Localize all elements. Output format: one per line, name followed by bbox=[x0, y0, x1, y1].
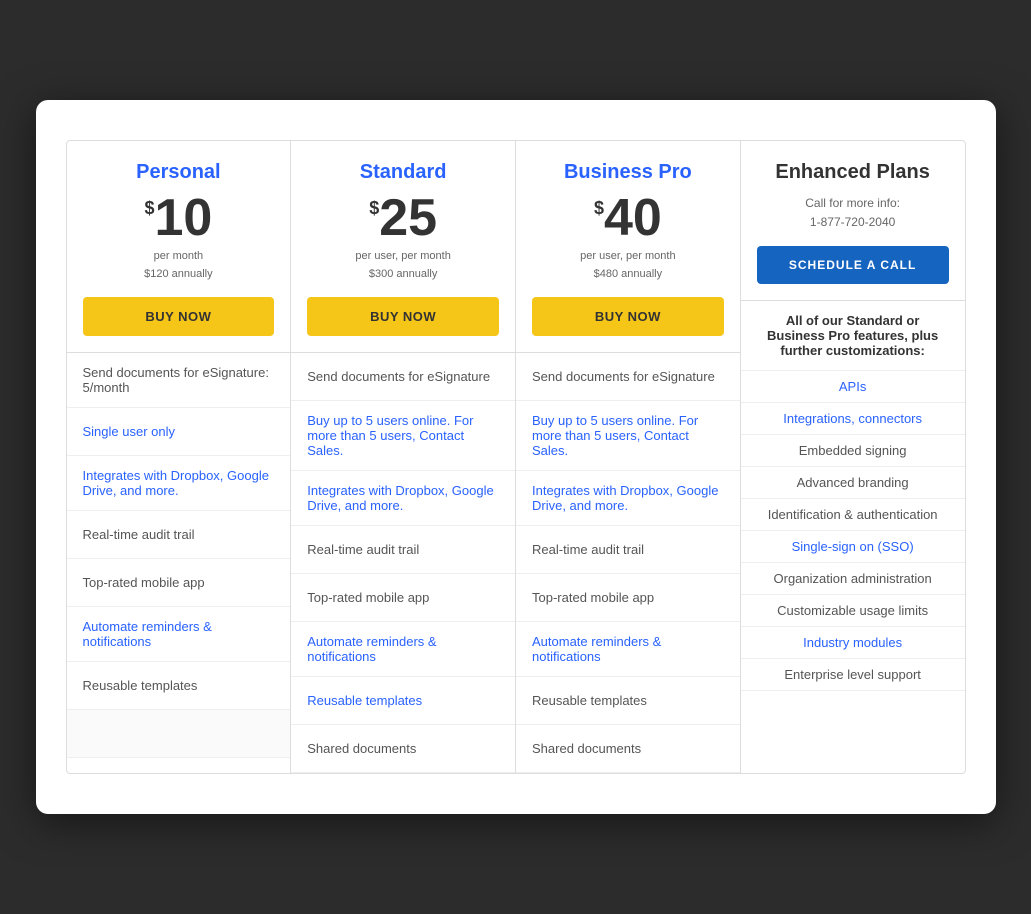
feature-row: Shared documents bbox=[516, 725, 740, 773]
feature-row: Send documents for eSignature: 5/month bbox=[67, 353, 291, 408]
feature-row: Real-time audit trail bbox=[516, 526, 740, 574]
plan-standard-buy-button[interactable]: BUY NOW bbox=[307, 297, 499, 336]
feature-row: Automate reminders & notifications bbox=[291, 622, 515, 677]
feature-row: Automate reminders & notifications bbox=[516, 622, 740, 677]
plan-personal-buy-button[interactable]: BUY NOW bbox=[83, 297, 275, 336]
enhanced-feature: Integrations, connectors bbox=[741, 403, 965, 435]
plan-enhanced-features: All of our Standard or Business Pro feat… bbox=[741, 301, 965, 773]
enhanced-feature: Industry modules bbox=[741, 627, 965, 659]
plan-standard: Standard $ 25 per user, per month $300 a… bbox=[291, 141, 516, 773]
plan-enhanced-name: Enhanced Plans bbox=[757, 161, 949, 184]
plan-standard-dollar: $ bbox=[369, 198, 379, 219]
plan-standard-features: Send documents for eSignature Buy up to … bbox=[291, 353, 515, 773]
plan-business-pro-amount: 40 bbox=[604, 192, 662, 244]
plan-business-pro-price: $ 40 bbox=[532, 192, 724, 244]
feature-row: Integrates with Dropbox, Google Drive, a… bbox=[291, 471, 515, 526]
plan-personal-name: Personal bbox=[83, 161, 275, 184]
plan-business-pro-dollar: $ bbox=[594, 198, 604, 219]
plan-enhanced-header: Enhanced Plans Call for more info: 1-877… bbox=[741, 141, 965, 301]
feature-row: Send documents for eSignature bbox=[291, 353, 515, 401]
feature-row: Top-rated mobile app bbox=[516, 574, 740, 622]
feature-row: Real-time audit trail bbox=[291, 526, 515, 574]
plan-business-pro-features: Send documents for eSignature Buy up to … bbox=[516, 353, 740, 773]
plan-personal-header: Personal $ 10 per month $120 annually BU… bbox=[67, 141, 291, 353]
feature-row: Top-rated mobile app bbox=[67, 559, 291, 607]
pricing-page: Personal $ 10 per month $120 annually BU… bbox=[36, 100, 996, 814]
enhanced-feature: Embedded signing bbox=[741, 435, 965, 467]
feature-row: Buy up to 5 users online. For more than … bbox=[516, 401, 740, 471]
plan-personal-subtext: per month $120 annually bbox=[83, 248, 275, 283]
plan-enhanced: Enhanced Plans Call for more info: 1-877… bbox=[741, 141, 965, 773]
plan-personal: Personal $ 10 per month $120 annually BU… bbox=[67, 141, 292, 773]
plan-enhanced-schedule-button[interactable]: SCHEDULE A CALL bbox=[757, 246, 949, 284]
feature-row: Reusable templates bbox=[516, 677, 740, 725]
feature-row: Single user only bbox=[67, 408, 291, 456]
feature-row: Integrates with Dropbox, Google Drive, a… bbox=[516, 471, 740, 526]
plan-business-pro-header: Business Pro $ 40 per user, per month $4… bbox=[516, 141, 740, 353]
feature-row: Top-rated mobile app bbox=[291, 574, 515, 622]
plan-standard-amount: 25 bbox=[379, 192, 437, 244]
enhanced-feature: APIs bbox=[741, 371, 965, 403]
plan-business-pro-buy-button[interactable]: BUY NOW bbox=[532, 297, 724, 336]
enhanced-feature: Advanced branding bbox=[741, 467, 965, 499]
feature-row: Shared documents bbox=[291, 725, 515, 773]
plan-personal-price: $ 10 bbox=[83, 192, 275, 244]
feature-row: Buy up to 5 users online. For more than … bbox=[291, 401, 515, 471]
plan-business-pro-name: Business Pro bbox=[532, 161, 724, 184]
feature-row: Reusable templates bbox=[67, 662, 291, 710]
plan-standard-header: Standard $ 25 per user, per month $300 a… bbox=[291, 141, 515, 353]
plan-personal-dollar: $ bbox=[144, 198, 154, 219]
plan-standard-price: $ 25 bbox=[307, 192, 499, 244]
feature-row: Integrates with Dropbox, Google Drive, a… bbox=[67, 456, 291, 511]
enhanced-feature: Enterprise level support bbox=[741, 659, 965, 691]
enhanced-feature: Single-sign on (SSO) bbox=[741, 531, 965, 563]
enhanced-intro-text: All of our Standard or Business Pro feat… bbox=[741, 301, 965, 371]
feature-row-empty bbox=[67, 710, 291, 758]
plan-business-pro-subtext: per user, per month $480 annually bbox=[532, 248, 724, 283]
plan-personal-amount: 10 bbox=[154, 192, 212, 244]
plan-standard-subtext: per user, per month $300 annually bbox=[307, 248, 499, 283]
feature-row: Send documents for eSignature bbox=[516, 353, 740, 401]
pricing-table: Personal $ 10 per month $120 annually BU… bbox=[66, 140, 966, 774]
plan-enhanced-call-info: Call for more info: 1-877-720-2040 bbox=[757, 194, 949, 232]
plan-business-pro: Business Pro $ 40 per user, per month $4… bbox=[516, 141, 741, 773]
feature-row: Automate reminders & notifications bbox=[67, 607, 291, 662]
enhanced-feature: Identification & authentication bbox=[741, 499, 965, 531]
feature-row: Real-time audit trail bbox=[67, 511, 291, 559]
plan-standard-name: Standard bbox=[307, 161, 499, 184]
feature-row: Reusable templates bbox=[291, 677, 515, 725]
plan-personal-features: Send documents for eSignature: 5/month S… bbox=[67, 353, 291, 773]
enhanced-feature: Organization administration bbox=[741, 563, 965, 595]
enhanced-feature: Customizable usage limits bbox=[741, 595, 965, 627]
